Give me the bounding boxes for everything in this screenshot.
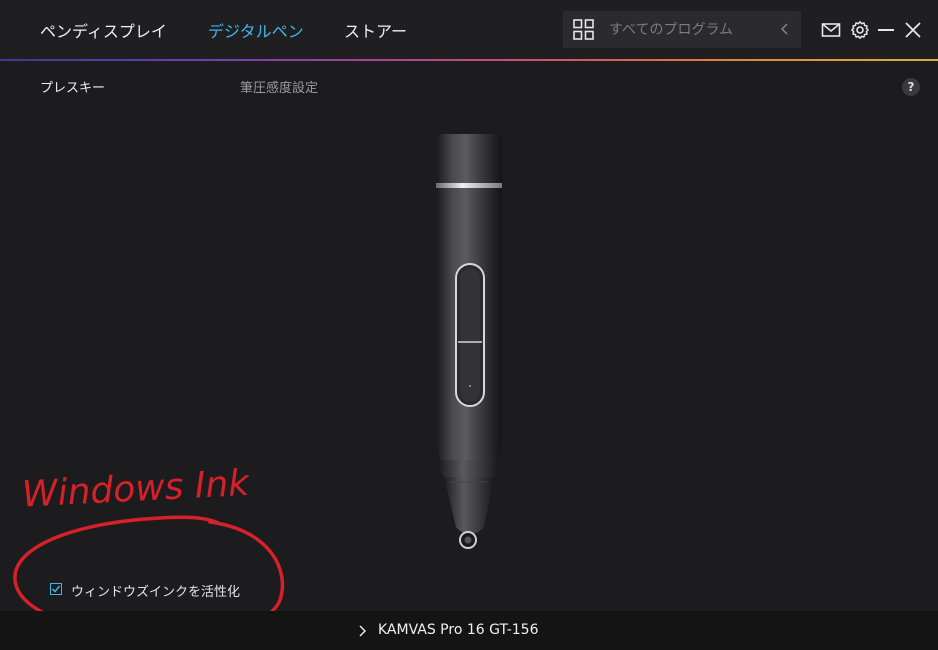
grid-icon[interactable]	[573, 19, 594, 40]
chevron-right-icon[interactable]	[358, 624, 368, 638]
device-footer: KAMVAS Pro 16 GT-156	[0, 611, 938, 650]
tab-digital-pen[interactable]: デジタルペン	[208, 18, 304, 42]
device-name[interactable]: KAMVAS Pro 16 GT-156	[378, 622, 539, 638]
subtab-pressure-sensitivity[interactable]: 筆圧感度設定	[240, 77, 318, 96]
tab-store[interactable]: ストアー	[344, 18, 407, 42]
digital-pen-image	[436, 134, 502, 549]
subtab-press-keys[interactable]: プレスキー	[40, 77, 105, 96]
header-bar: ペンディスプレイ デジタルペン ストアー	[0, 0, 938, 60]
windows-ink-checkbox[interactable]	[50, 583, 62, 595]
search-input[interactable]	[607, 19, 771, 41]
check-icon	[51, 585, 61, 593]
minimize-icon[interactable]	[876, 20, 896, 40]
gear-icon[interactable]	[850, 20, 870, 40]
windows-ink-label: ウィンドウズインクを活性化	[71, 585, 241, 600]
close-icon[interactable]	[903, 20, 923, 40]
chevron-left-icon[interactable]	[777, 20, 793, 38]
svg-text:Windows Ink: Windows Ink	[21, 463, 252, 516]
program-search[interactable]	[563, 11, 801, 48]
mail-icon[interactable]	[821, 20, 841, 40]
tab-pen-display[interactable]: ペンディスプレイ	[40, 18, 167, 42]
app-window: ペンディスプレイ デジタルペン ストアー すべてのプログラム プレスキー 筆圧感…	[0, 0, 938, 650]
help-button[interactable]: ?	[902, 78, 920, 96]
header-accent-line	[0, 59, 938, 61]
